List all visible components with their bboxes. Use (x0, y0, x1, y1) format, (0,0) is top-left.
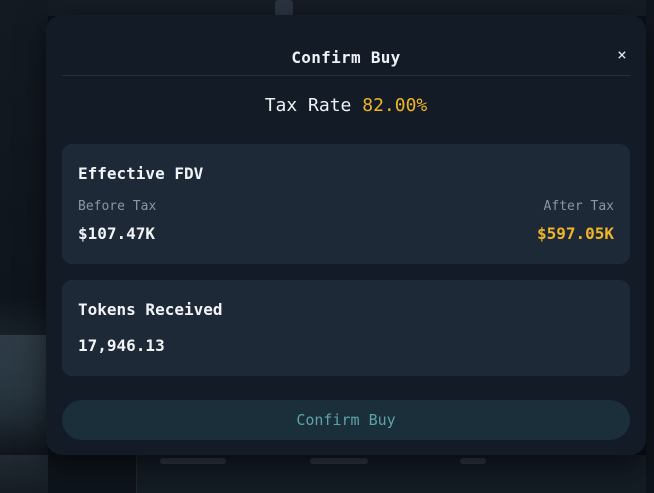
backdrop-top-element (275, 0, 293, 16)
tokens-received-value: 17,946.13 (78, 336, 165, 355)
tokens-received-heading: Tokens Received (78, 300, 223, 319)
after-tax-label: After Tax (543, 199, 614, 214)
before-tax-label: Before Tax (78, 199, 157, 214)
backdrop-blurred-text (160, 458, 226, 464)
backdrop-blurred-text (310, 458, 368, 464)
effective-fdv-heading: Effective FDV (78, 164, 204, 183)
backdrop-blurred-text (460, 458, 486, 464)
dialog-title: Confirm Buy (291, 48, 401, 67)
tax-rate-label: Tax Rate (264, 95, 352, 116)
header-divider (62, 75, 630, 76)
tax-rate-value: 82.00% (362, 95, 428, 116)
backdrop-top-strip (48, 0, 648, 16)
backdrop-right-edge (646, 0, 654, 493)
after-tax-value: $597.05K (536, 224, 614, 243)
tokens-received-card: Tokens Received 17,946.13 (62, 280, 630, 376)
confirm-buy-dialog: Confirm Buy × Tax Rate 82.00% Effective … (46, 15, 646, 455)
effective-fdv-card: Effective FDV Before Tax After Tax $107.… (62, 144, 630, 264)
before-tax-value: $107.47K (78, 224, 156, 243)
confirm-buy-button[interactable]: Confirm Buy (62, 400, 630, 440)
close-button[interactable]: × (609, 41, 635, 67)
close-icon: × (617, 44, 627, 64)
tax-rate-line: Tax Rate 82.00% (46, 95, 646, 116)
backdrop-left-image (0, 335, 48, 455)
